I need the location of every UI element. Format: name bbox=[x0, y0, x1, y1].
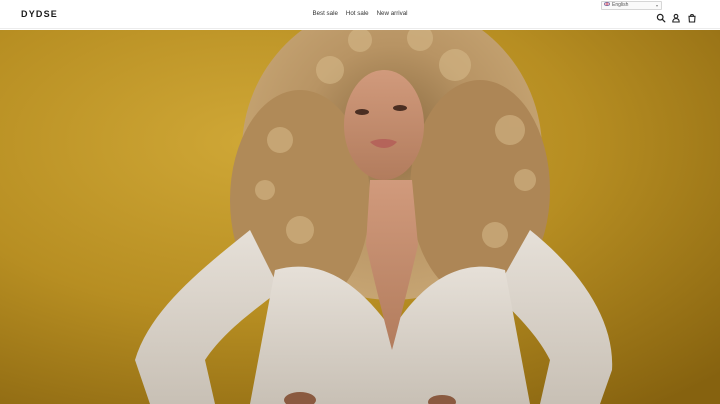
nav-link-new-arrival[interactable]: New arrival bbox=[377, 10, 408, 17]
uk-flag-icon bbox=[604, 1, 610, 6]
hero-banner[interactable] bbox=[0, 30, 720, 404]
hero-portrait-image bbox=[0, 30, 720, 404]
account-icon[interactable] bbox=[671, 10, 681, 23]
language-label: English bbox=[612, 2, 629, 8]
site-header: DYDSE Best sale Hot sale New arrival Eng… bbox=[0, 0, 720, 29]
cart-icon[interactable] bbox=[687, 10, 697, 23]
language-select[interactable]: English ▾ bbox=[601, 1, 662, 10]
nav-link-best-sale[interactable]: Best sale bbox=[312, 10, 337, 17]
main-nav: Best sale Hot sale New arrival bbox=[0, 10, 720, 17]
nav-link-hot-sale[interactable]: Hot sale bbox=[346, 10, 369, 17]
search-icon[interactable] bbox=[656, 10, 666, 23]
chevron-down-icon: ▾ bbox=[655, 3, 658, 8]
